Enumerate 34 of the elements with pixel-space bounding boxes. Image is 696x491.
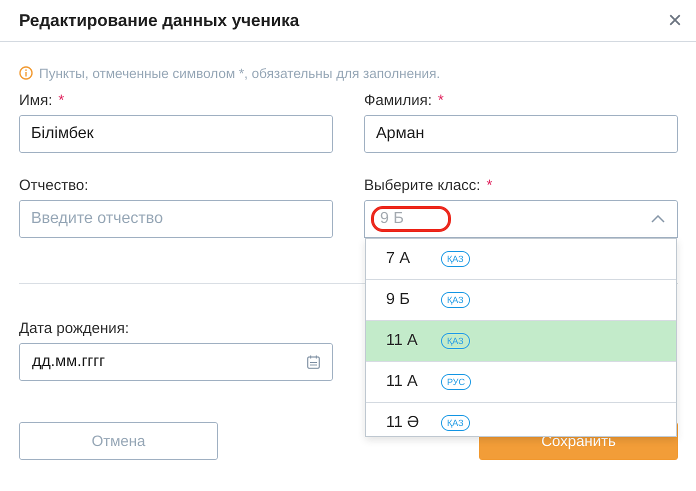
class-option[interactable]: 11 А РУС <box>366 362 676 403</box>
required-mark: * <box>486 176 492 194</box>
language-tag: ҚАЗ <box>441 333 470 349</box>
language-tag: ҚАЗ <box>441 292 470 308</box>
class-option[interactable]: 7 А ҚАЗ <box>366 239 676 280</box>
language-tag: ҚАЗ <box>441 251 470 267</box>
class-name: 11 Ә <box>386 414 420 432</box>
field-label: Отчество: <box>19 176 88 194</box>
calendar-icon <box>307 355 320 369</box>
chevron-up-icon <box>651 215 665 223</box>
field-label: Выберите класс: <box>364 176 480 194</box>
field-label: Имя: <box>19 92 52 108</box>
class-name: 11 А <box>386 373 419 391</box>
field-label: Дата рождения: <box>19 320 129 336</box>
required-mark: * <box>58 92 64 108</box>
class-option[interactable]: 9 Б ҚАЗ <box>366 280 676 321</box>
text-field[interactable]: Введите отчество <box>19 200 333 238</box>
required-mark: * <box>438 92 444 108</box>
info-icon <box>19 66 33 80</box>
text-field[interactable]: Білімбек <box>19 115 333 153</box>
close-button[interactable]: × <box>668 8 682 32</box>
text-field[interactable]: Арман <box>364 115 678 153</box>
required-notice: Пункты, отмеченные символом *, обязательны для заполнения. <box>39 66 440 80</box>
language-tag: ҚАЗ <box>441 415 470 431</box>
select-placeholder: 9 Б <box>371 206 451 232</box>
class-name: 7 А <box>386 250 412 268</box>
field-label: Фамилия: <box>364 92 432 108</box>
class-option[interactable]: 11 А ҚАЗ <box>366 321 676 362</box>
class-option[interactable]: 11 Ә ҚАЗ <box>366 403 676 436</box>
class-name: 9 Б <box>386 291 411 309</box>
language-tag: РУС <box>441 374 472 390</box>
class-name: 11 А <box>386 332 419 350</box>
dialog-title: Редактирование данных ученика <box>19 10 300 30</box>
date-field[interactable]: дд.мм.гггг <box>19 343 333 381</box>
